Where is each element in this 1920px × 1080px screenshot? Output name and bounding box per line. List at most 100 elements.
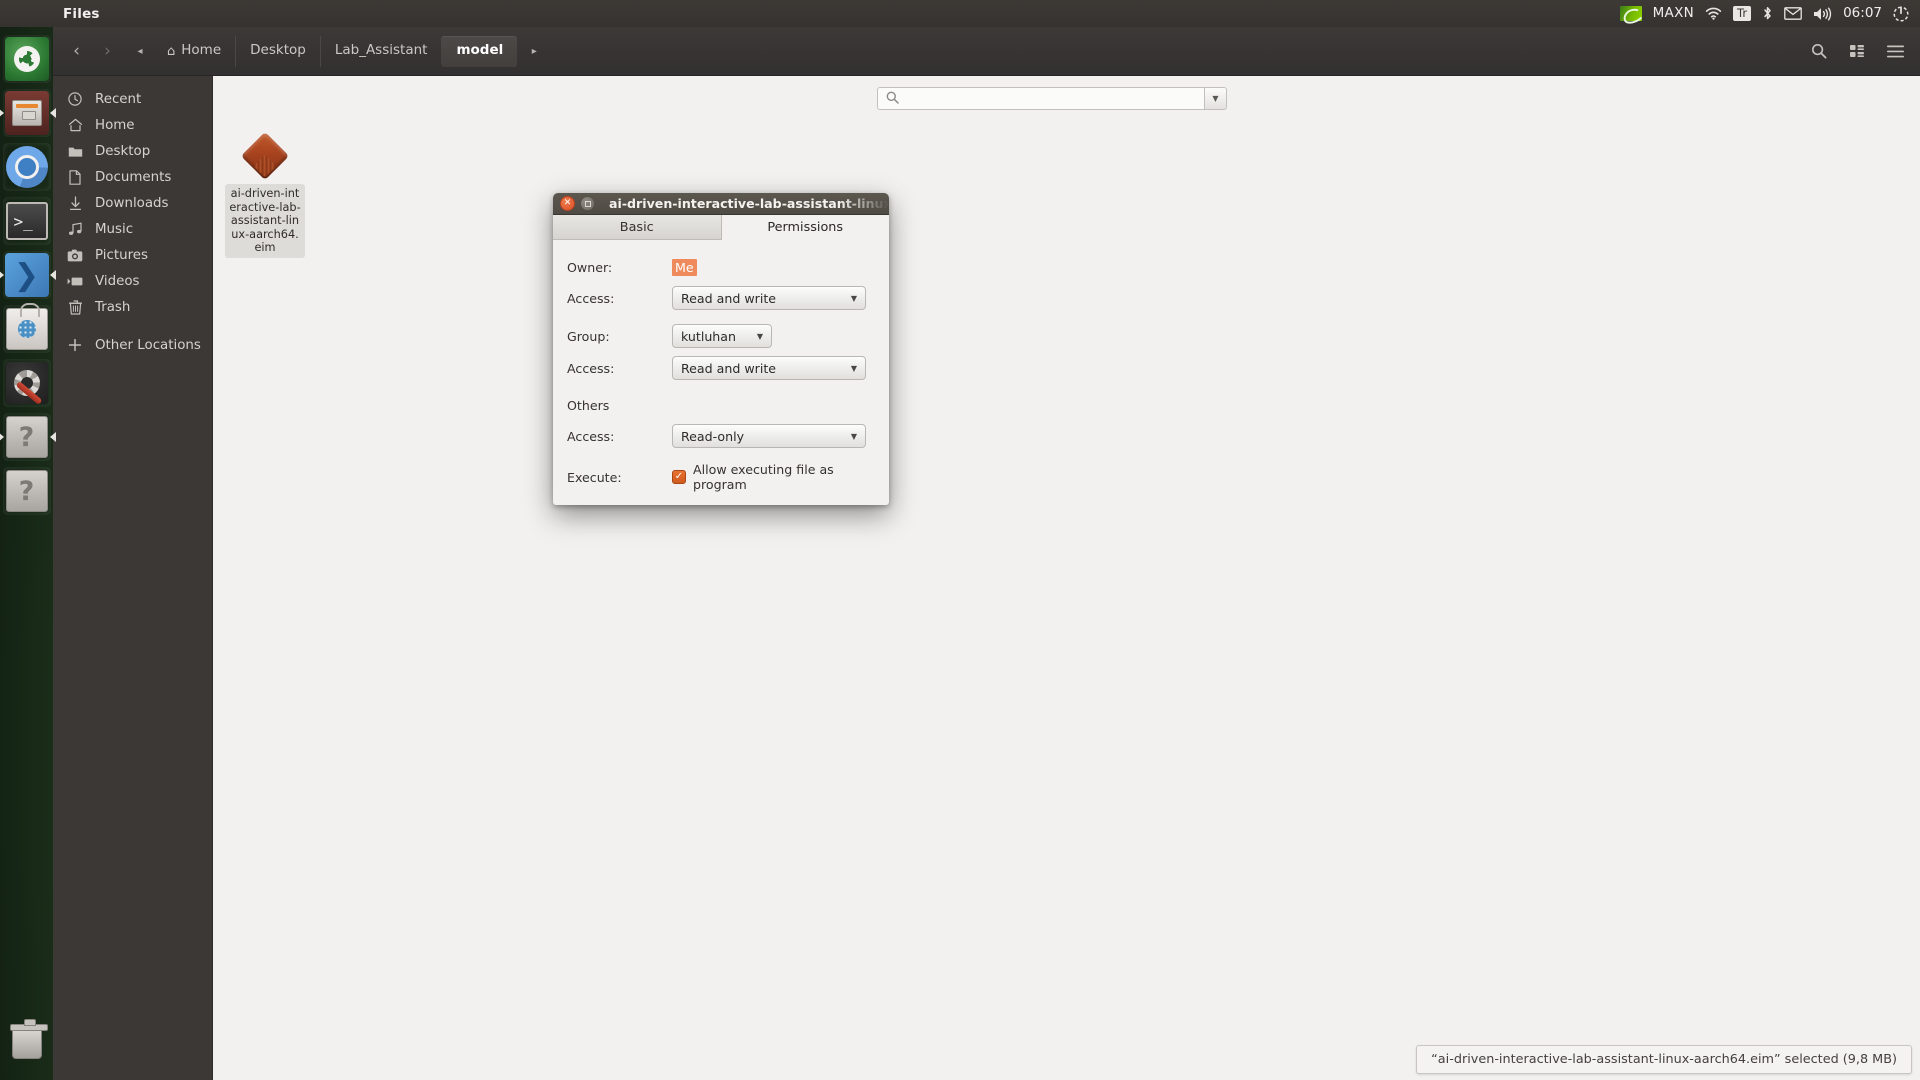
sidebar-separator	[53, 320, 212, 332]
trash-icon	[67, 299, 83, 315]
breadcrumb-label: model	[456, 42, 504, 59]
group-select[interactable]: kutluhan ▼	[672, 324, 772, 348]
launcher-item-help-2[interactable]: ?	[3, 467, 51, 515]
mail-icon[interactable]	[1784, 7, 1802, 20]
headerbar-right-controls	[1802, 36, 1912, 66]
breadcrumb-item-lab-assistant[interactable]: Lab_Assistant	[319, 35, 442, 67]
sidebar-item-label: Trash	[95, 299, 131, 315]
launcher-item-system-tools[interactable]	[3, 359, 51, 407]
group-access-label: Access:	[567, 360, 615, 376]
video-icon	[67, 276, 83, 287]
clock-icon	[67, 92, 83, 106]
owner-access-label: Access:	[567, 290, 615, 306]
launcher-item-chromium[interactable]	[3, 143, 51, 191]
sidebar-item-label: Other Locations	[95, 337, 201, 353]
hamburger-menu-icon[interactable]	[1878, 36, 1912, 66]
maximize-icon[interactable]	[580, 196, 595, 211]
search-input-container[interactable]	[877, 87, 1205, 110]
dialog-tabs: Basic Permissions	[553, 215, 889, 240]
sidebar-item-label: Pictures	[95, 247, 149, 263]
launcher-item-software-center[interactable]	[3, 303, 51, 353]
close-icon[interactable]: ✕	[560, 196, 575, 211]
group-access-row: Access: Read and write ▼	[553, 356, 889, 380]
owner-access-row: Access: Read and write ▼	[553, 286, 889, 310]
execute-checkbox-label[interactable]: Allow executing file as program	[693, 462, 889, 492]
sidebar-item-other-locations[interactable]: Other Locations	[53, 332, 212, 358]
sidebar-item-desktop[interactable]: Desktop	[53, 138, 212, 164]
sidebar-item-pictures[interactable]: Pictures	[53, 242, 212, 268]
breadcrumb-item-desktop[interactable]: Desktop	[235, 35, 320, 67]
launcher-bottom-area	[0, 1010, 53, 1068]
panel-app-name[interactable]: Files	[63, 6, 100, 22]
trash-icon	[7, 1017, 48, 1059]
owner-label: Owner:	[567, 259, 613, 275]
view-grid-icon[interactable]	[1840, 36, 1874, 66]
launcher-item-vscode[interactable]: ❯	[3, 251, 51, 299]
forward-button[interactable]: ›	[92, 37, 123, 66]
document-icon	[67, 169, 83, 185]
panel-clock[interactable]: 06:07	[1843, 6, 1882, 21]
group-access-value: Read and write	[681, 360, 777, 376]
others-row: Others	[553, 394, 889, 416]
breadcrumb-scroll-right-button[interactable]: ▸	[523, 37, 545, 66]
keyboard-layout-indicator[interactable]: Tr	[1733, 6, 1752, 21]
breadcrumb-label: Lab_Assistant	[334, 42, 428, 59]
search-icon[interactable]	[1802, 36, 1836, 66]
search-magnifier-icon	[886, 91, 899, 107]
sidebar-item-documents[interactable]: Documents	[53, 164, 212, 190]
owner-row: Owner: Me	[553, 256, 889, 278]
vscode-icon: ❯	[4, 253, 49, 297]
properties-dialog[interactable]: ✕ ai-driven-interactive-lab-assistant-li…	[553, 193, 889, 505]
breadcrumb-item-home[interactable]: ⌂ Home	[153, 36, 235, 67]
sidebar-item-label: Downloads	[95, 195, 169, 211]
launcher-item-help-1[interactable]: ?	[3, 413, 51, 461]
launcher-item-trash[interactable]	[3, 1014, 51, 1062]
launcher-item-ubuntu-dash[interactable]	[3, 35, 51, 83]
launcher-item-files[interactable]	[3, 89, 51, 137]
plus-icon	[67, 338, 83, 352]
dialog-titlebar[interactable]: ✕ ai-driven-interactive-lab-assistant-li…	[553, 193, 889, 215]
tab-permissions[interactable]: Permissions	[721, 215, 889, 240]
nvidia-logo-icon[interactable]	[1619, 6, 1642, 21]
owner-access-select[interactable]: Read and write ▼	[672, 286, 866, 310]
tab-basic[interactable]: Basic	[553, 215, 722, 239]
others-access-select[interactable]: Read-only ▼	[672, 424, 866, 448]
back-button[interactable]: ‹	[61, 37, 92, 66]
sidebar-item-music[interactable]: Music	[53, 216, 212, 242]
search-dropdown-button[interactable]: ▼	[1205, 87, 1227, 110]
sidebar-item-label: Desktop	[95, 143, 151, 159]
sidebar-item-downloads[interactable]: Downloads	[53, 190, 212, 216]
launcher-item-terminal[interactable]: >_	[3, 197, 51, 245]
power-gear-icon[interactable]	[1893, 5, 1909, 22]
permissions-panel: Owner: Me Access: Read and write ▼ Group…	[553, 240, 889, 505]
execute-checkbox[interactable]: ✓	[672, 470, 686, 484]
file-view-area[interactable]: ▼ ai-driven-interactive-lab-assistant-li…	[213, 76, 1920, 1080]
top-system-panel: Files MAXN Tr 06:07	[0, 0, 1920, 27]
power-mode-label[interactable]: MAXN	[1653, 6, 1694, 21]
wifi-icon[interactable]	[1705, 7, 1722, 20]
breadcrumb-item-model[interactable]: model	[441, 35, 518, 67]
breadcrumb-scroll-left-button[interactable]: ◂	[129, 37, 151, 66]
file-item[interactable]: ai-driven-interactive-lab-assistant-linu…	[223, 128, 307, 258]
home-icon	[67, 118, 83, 132]
owner-access-value: Read and write	[681, 290, 777, 306]
gear-wrench-icon	[5, 362, 48, 405]
folder-icon	[67, 145, 83, 158]
group-access-select[interactable]: Read and write ▼	[672, 356, 866, 380]
search-input[interactable]	[905, 91, 1204, 106]
sidebar-item-videos[interactable]: Videos	[53, 268, 212, 294]
sidebar-item-home[interactable]: Home	[53, 112, 212, 138]
files-body: Recent Home Desktop Documents Downloads …	[53, 76, 1920, 1080]
group-label: Group:	[567, 328, 610, 344]
unity-launcher: >_ ❯ ? ?	[0, 27, 53, 1080]
file-item-label: ai-driven-interactive-lab-assistant-linu…	[225, 184, 305, 258]
group-row: Group: kutluhan ▼	[553, 324, 889, 348]
places-sidebar: Recent Home Desktop Documents Downloads …	[53, 76, 213, 1080]
sidebar-item-trash[interactable]: Trash	[53, 294, 212, 320]
software-bag-icon	[5, 303, 48, 350]
breadcrumb: ⌂ Home Desktop Lab_Assistant model	[153, 35, 518, 67]
search-row: ▼	[213, 76, 1920, 110]
bluetooth-icon[interactable]	[1762, 6, 1773, 21]
sidebar-item-recent[interactable]: Recent	[53, 86, 212, 112]
volume-icon[interactable]	[1813, 7, 1832, 21]
